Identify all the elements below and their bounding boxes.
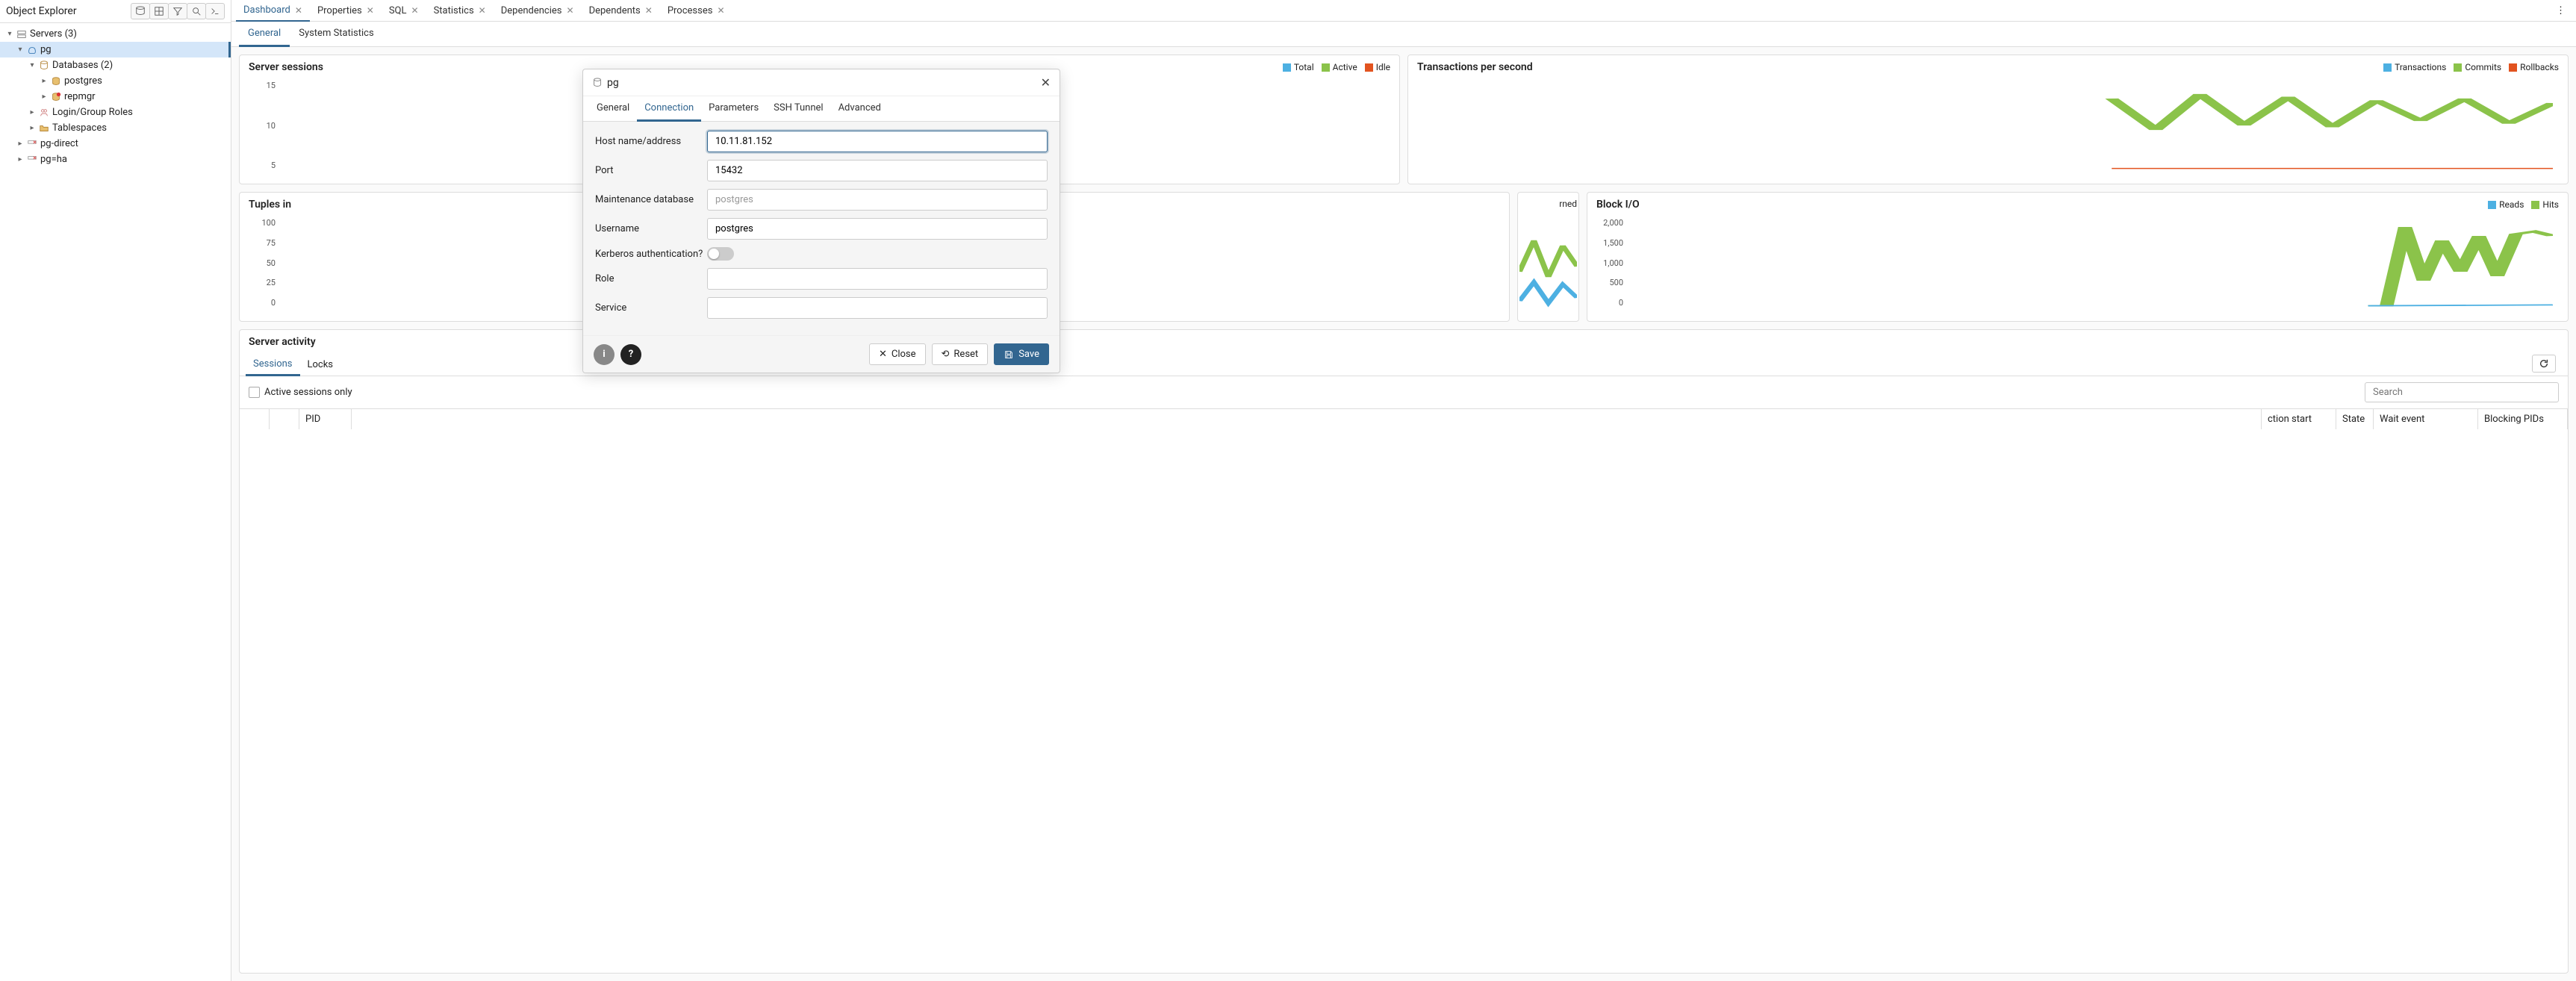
close-icon[interactable]: ✕	[717, 5, 724, 16]
close-icon[interactable]: ✕	[295, 5, 302, 16]
modal-tab-general[interactable]: General	[589, 96, 637, 121]
tab-dashboard[interactable]: Dashboard✕	[236, 0, 310, 22]
maintenance-db-input[interactable]	[707, 189, 1048, 211]
close-button[interactable]: ✕Close	[869, 343, 926, 365]
tree-server-pg-direct[interactable]: ▸ pg-direct	[0, 136, 231, 152]
kebab-menu-icon[interactable]: ⋮	[2550, 2, 2572, 19]
toolbar-terminal-icon[interactable]	[205, 3, 225, 19]
refresh-button[interactable]	[2532, 355, 2556, 373]
info-icon[interactable]: i	[594, 344, 615, 365]
server-properties-dialog: pg ✕ General Connection Parameters SSH T…	[582, 69, 1060, 373]
chevron-right-icon[interactable]: ▸	[15, 155, 25, 164]
tab-statistics[interactable]: Statistics✕	[426, 1, 494, 21]
object-explorer-panel: Object Explorer ▾ Servers (3) ▾ pg ▾	[0, 0, 231, 981]
chevron-down-icon[interactable]: ▾	[4, 30, 15, 38]
server-disconnected-icon	[25, 155, 39, 165]
kerberos-toggle[interactable]	[707, 247, 734, 261]
modal-tab-advanced[interactable]: Advanced	[831, 96, 889, 121]
database-icon	[37, 60, 51, 71]
reset-button[interactable]: ⟲Reset	[932, 343, 989, 365]
roles-icon	[37, 108, 51, 118]
tree-tablespaces[interactable]: ▸ Tablespaces	[0, 120, 231, 136]
modal-tab-ssh-tunnel[interactable]: SSH Tunnel	[766, 96, 830, 121]
tab-processes[interactable]: Processes✕	[660, 1, 732, 21]
main-tab-bar: Dashboard✕ Properties✕ SQL✕ Statistics✕ …	[231, 0, 2576, 22]
database-icon	[49, 92, 63, 102]
help-icon[interactable]: ?	[620, 344, 641, 365]
chevron-down-icon[interactable]: ▾	[15, 46, 25, 54]
close-icon[interactable]: ✕	[367, 5, 374, 16]
sa-tab-locks[interactable]: Locks	[300, 355, 341, 375]
tree-db-postgres[interactable]: ▸ postgres	[0, 73, 231, 89]
close-icon: ✕	[879, 349, 887, 360]
sessions-table: PID ction start State Wait event Blockin…	[240, 408, 2568, 429]
tree-login-roles[interactable]: ▸ Login/Group Roles	[0, 105, 231, 120]
sa-tab-sessions[interactable]: Sessions	[246, 354, 300, 376]
chevron-right-icon[interactable]: ▸	[15, 140, 25, 148]
tree-servers[interactable]: ▾ Servers (3)	[0, 26, 231, 42]
tree-server-pg-ha[interactable]: ▸ pg=ha	[0, 152, 231, 167]
tree-db-repmgr[interactable]: ▸ repmgr	[0, 89, 231, 105]
chart-tuples-out: rned	[1517, 192, 1579, 322]
close-icon[interactable]: ✕	[567, 5, 574, 16]
port-input[interactable]	[707, 160, 1048, 181]
tab-properties[interactable]: Properties✕	[310, 1, 382, 21]
save-button[interactable]: Save	[994, 343, 1049, 365]
tree-databases[interactable]: ▾ Databases (2)	[0, 57, 231, 73]
database-icon	[49, 76, 63, 87]
service-input[interactable]	[707, 297, 1048, 319]
sub-tab-system-statistics[interactable]: System Statistics	[290, 22, 382, 46]
chevron-down-icon[interactable]: ▾	[27, 61, 37, 69]
object-tree: ▾ Servers (3) ▾ pg ▾ Databases (2) ▸ pos…	[0, 23, 231, 981]
chevron-right-icon[interactable]: ▸	[39, 77, 49, 85]
object-explorer-title: Object Explorer	[6, 5, 131, 17]
username-input[interactable]	[707, 218, 1048, 240]
chart-block-io: Block I/O Reads Hits 2,000 1,500 1,000 5…	[1587, 192, 2569, 322]
server-disconnected-icon	[25, 139, 39, 149]
close-icon[interactable]: ✕	[645, 5, 653, 16]
toolbar-grid-icon[interactable]	[149, 3, 169, 19]
server-activity-panel: Server activity Sessions Locks Active se…	[239, 329, 2569, 974]
role-input[interactable]	[707, 268, 1048, 290]
chart-tps: Transactions per second Transactions Com…	[1407, 54, 2569, 184]
tab-sql[interactable]: SQL✕	[382, 1, 426, 21]
close-icon[interactable]: ✕	[1041, 75, 1051, 90]
host-input[interactable]	[707, 131, 1048, 152]
tree-server-pg[interactable]: ▾ pg	[0, 42, 231, 57]
dialog-title: pg	[607, 77, 619, 89]
reset-icon: ⟲	[942, 349, 950, 360]
toolbar-db-icon[interactable]	[131, 3, 150, 19]
toolbar-filter-icon[interactable]	[168, 3, 187, 19]
search-input[interactable]	[2365, 382, 2559, 402]
modal-tab-parameters[interactable]: Parameters	[701, 96, 766, 121]
database-icon	[592, 78, 603, 88]
modal-tab-connection[interactable]: Connection	[637, 96, 701, 122]
sub-tab-general[interactable]: General	[239, 22, 290, 47]
toolbar-search-icon[interactable]	[187, 3, 206, 19]
close-icon[interactable]: ✕	[411, 5, 419, 16]
active-sessions-label: Active sessions only	[264, 387, 352, 398]
folder-icon	[37, 123, 51, 134]
save-icon	[1004, 349, 1014, 360]
dashboard-sub-tabs: General System Statistics	[231, 22, 2576, 47]
chevron-right-icon[interactable]: ▸	[27, 124, 37, 132]
tab-dependents[interactable]: Dependents✕	[582, 1, 660, 21]
chevron-right-icon[interactable]: ▸	[27, 108, 37, 116]
chevron-right-icon[interactable]: ▸	[39, 93, 49, 101]
tab-dependencies[interactable]: Dependencies✕	[494, 1, 582, 21]
servers-icon	[15, 29, 28, 40]
close-icon[interactable]: ✕	[479, 5, 486, 16]
elephant-icon	[25, 45, 39, 55]
active-sessions-checkbox[interactable]	[249, 387, 260, 398]
